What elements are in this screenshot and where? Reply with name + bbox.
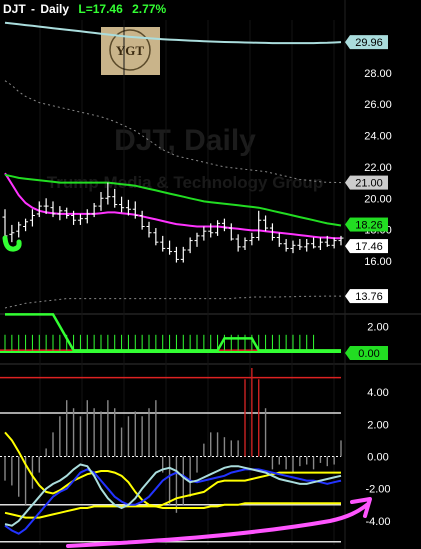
logo-text: YGT xyxy=(116,43,145,58)
last-price-label: L=17.46 xyxy=(78,2,123,16)
value-badge: 18.26 xyxy=(345,217,388,232)
badge-label: 0.00 xyxy=(358,348,379,360)
momentum-tick: 0.00 xyxy=(367,452,388,464)
value-badge: 29.96 xyxy=(345,35,388,50)
badge-label: 17.46 xyxy=(355,241,383,253)
price-tick: 22.00 xyxy=(364,162,392,174)
value-badge: 0.00 xyxy=(345,346,388,360)
header-separator: - xyxy=(31,2,36,16)
price-tick: 24.00 xyxy=(364,131,392,143)
watermark-title: DJT, Daily xyxy=(114,124,256,157)
value-badge: 21.00 xyxy=(345,175,388,190)
momentum-tick: 4.00 xyxy=(367,387,388,399)
interval-label: Daily xyxy=(40,2,70,16)
stock-chart: DJT, Daily Trump Media & Technology Grou… xyxy=(0,0,421,549)
symbol-label: DJT xyxy=(3,2,26,16)
price-tick: 26.00 xyxy=(364,99,392,111)
value-badge: 17.46 xyxy=(345,239,388,254)
change-label: 2.77% xyxy=(132,2,167,16)
momentum-tick: -2.00 xyxy=(365,484,390,496)
momentum-tick: 2.00 xyxy=(367,419,388,431)
badge-label: 13.76 xyxy=(355,291,383,303)
badge-label: 18.26 xyxy=(355,220,383,232)
value-badge: 13.76 xyxy=(345,289,388,304)
price-tick: 20.00 xyxy=(364,193,392,205)
osc-tick: 2.00 xyxy=(367,321,388,333)
chart-header: DJT - Daily L=17.46 2.77% xyxy=(3,2,168,16)
price-tick: 28.00 xyxy=(364,68,392,80)
price-tick: 16.00 xyxy=(364,256,392,268)
badge-label: 29.96 xyxy=(355,37,383,49)
momentum-tick: -4.00 xyxy=(365,516,390,528)
badge-label: 21.00 xyxy=(355,178,383,190)
